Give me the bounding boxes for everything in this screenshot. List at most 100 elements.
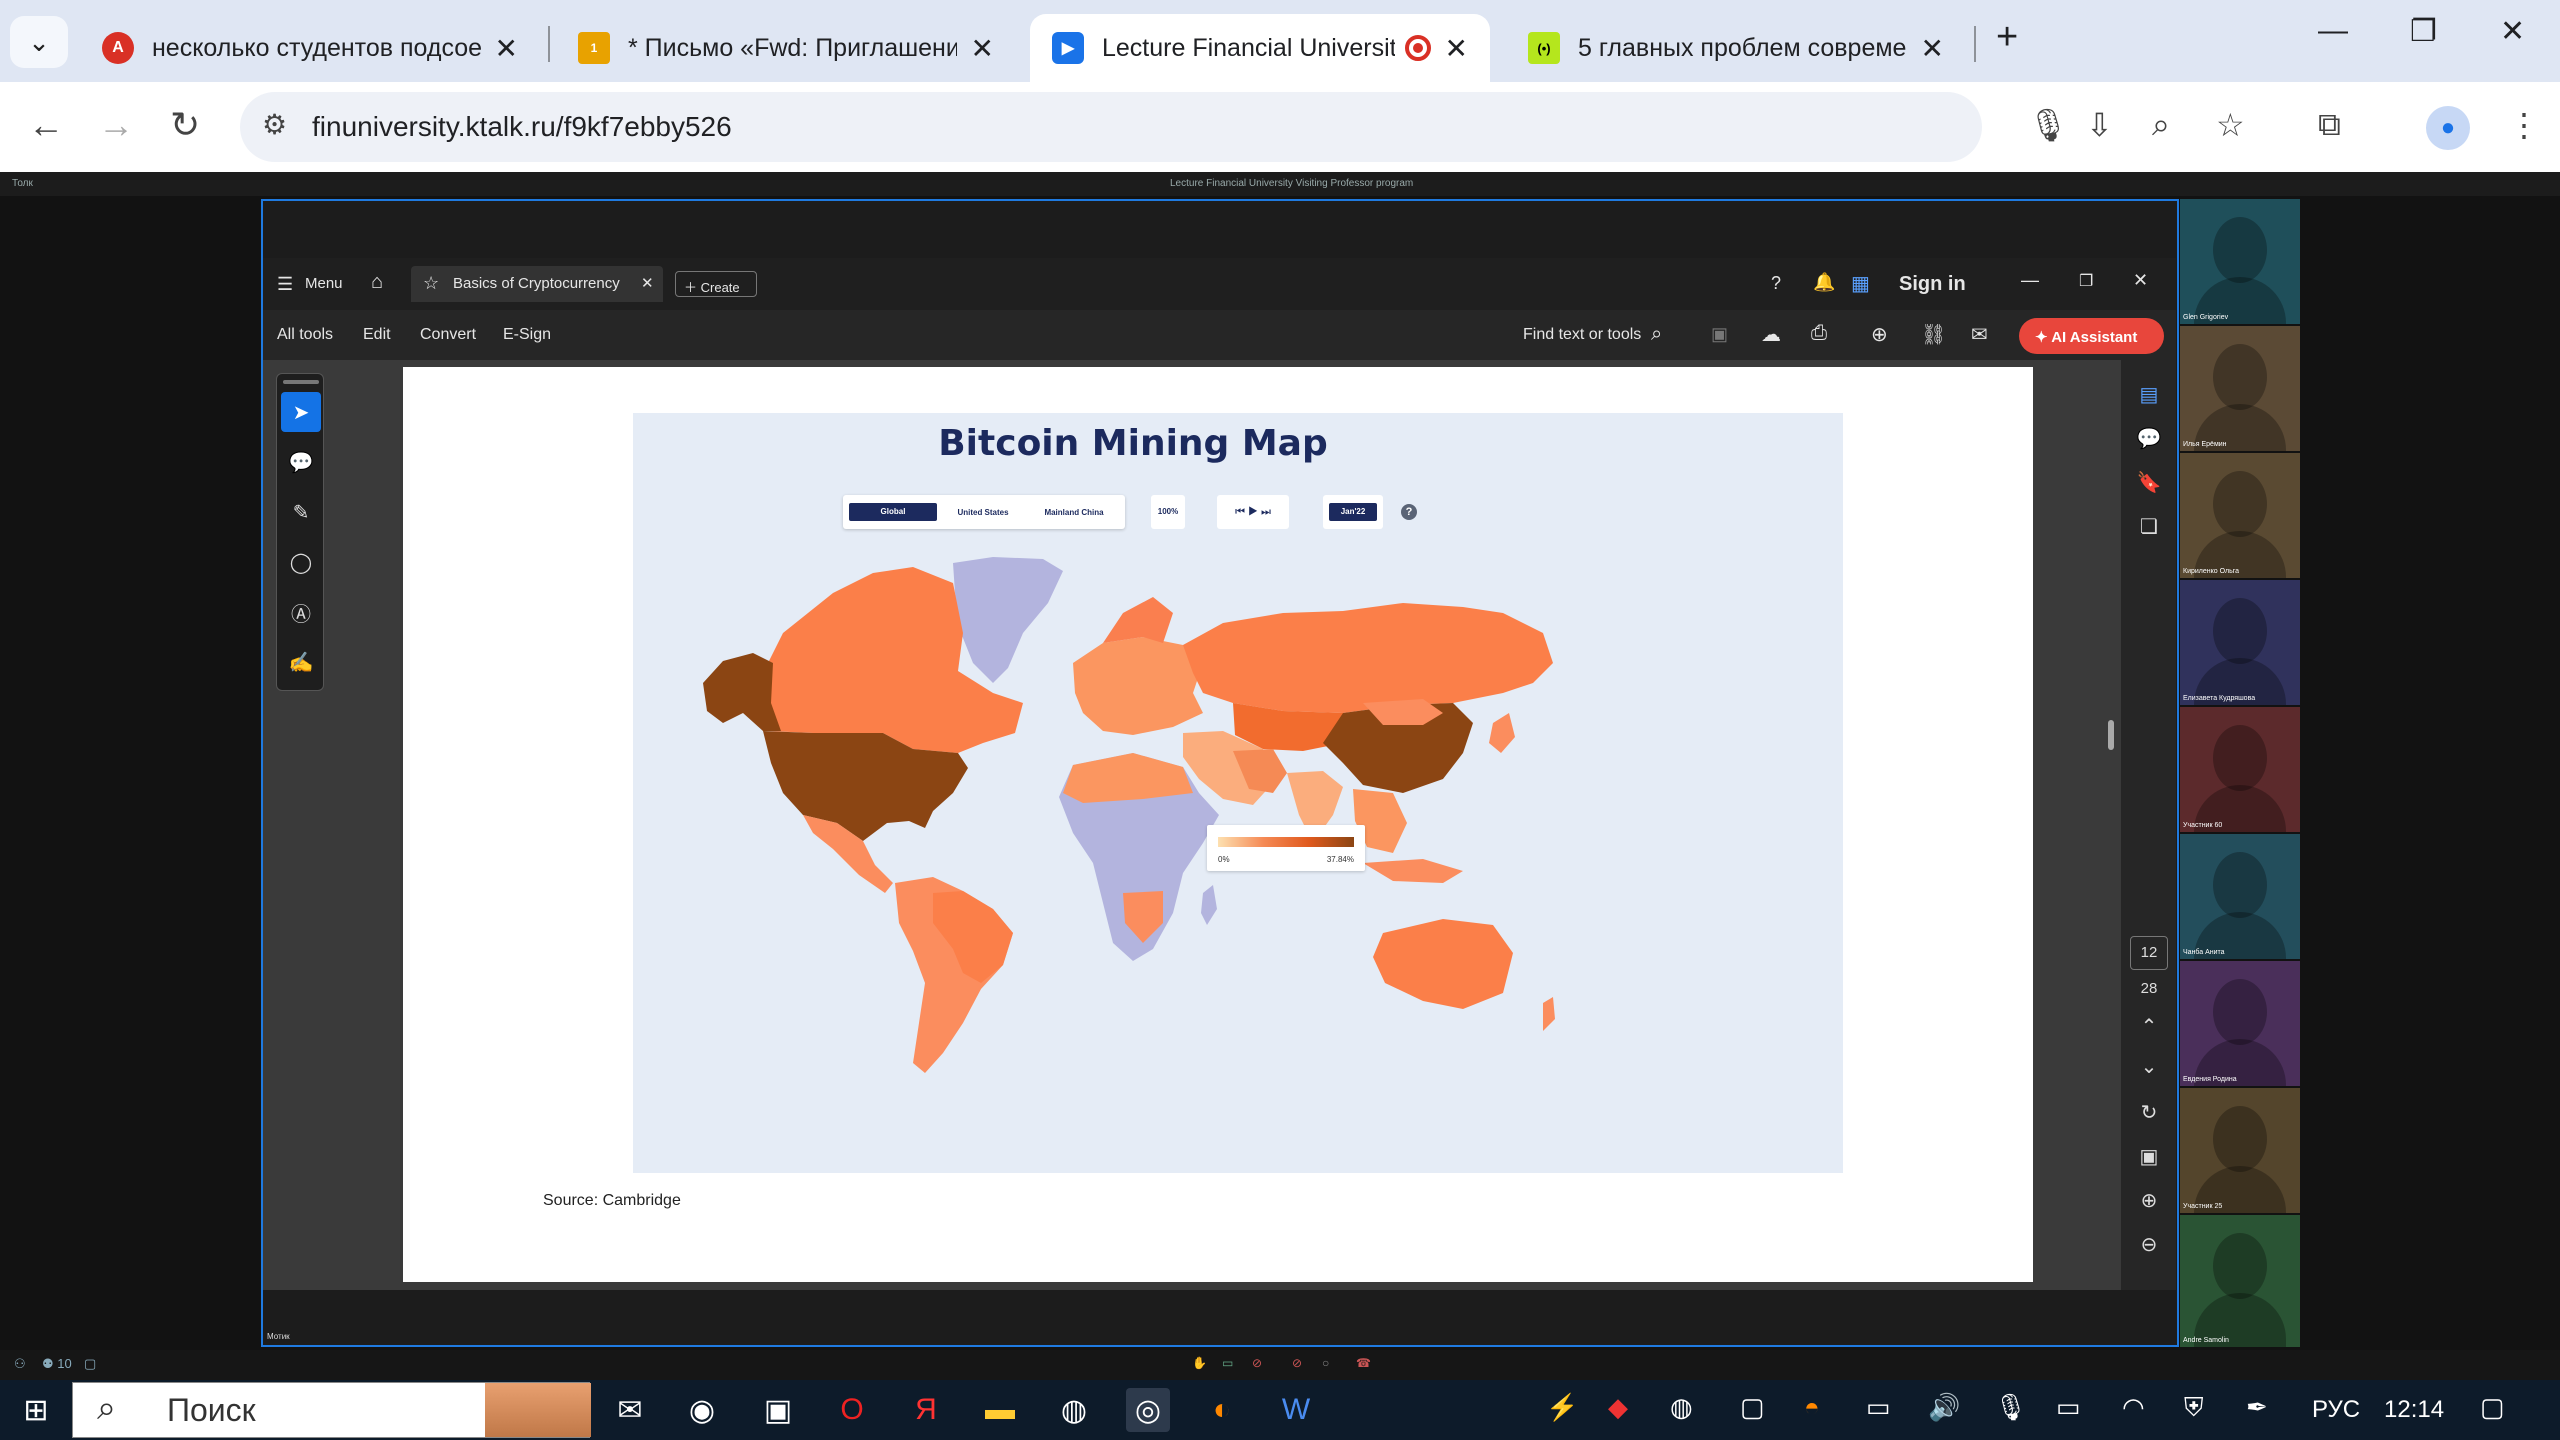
mic-off-icon[interactable]: ⊘ xyxy=(1252,1356,1262,1370)
page-scroll-handle[interactable] xyxy=(2108,720,2114,750)
back-icon[interactable]: ← xyxy=(28,104,64,146)
opera-icon[interactable]: O xyxy=(830,1388,874,1432)
restore-icon[interactable]: ❐ xyxy=(2410,14,2437,49)
file-explorer-icon[interactable]: ▬ xyxy=(978,1388,1022,1432)
zoom-out-icon[interactable]: ⊖ xyxy=(2135,1232,2163,1257)
word-icon[interactable]: W xyxy=(1274,1388,1318,1432)
comments-icon[interactable]: 💬 xyxy=(2135,426,2163,451)
windows-start-icon[interactable]: ⊞ xyxy=(14,1388,58,1432)
forward-icon[interactable]: → xyxy=(98,104,134,146)
sign-in-button[interactable]: Sign in xyxy=(1899,273,1966,296)
participant-tile[interactable]: Кириленко Ольга xyxy=(2180,453,2300,578)
minimize-icon[interactable]: — xyxy=(2318,14,2348,48)
extensions-icon[interactable]: ⧉ xyxy=(2318,106,2341,144)
tray-meet-icon[interactable]: ▢ xyxy=(1740,1392,1765,1423)
address-bar[interactable]: ⚙ finuniversity.ktalk.ru/f9kf7ebby526 🎙 … xyxy=(240,92,2245,162)
toggle-united-states[interactable]: United States xyxy=(943,508,1023,517)
camera-off-icon[interactable]: ⊘ xyxy=(1292,1356,1302,1370)
document-tab[interactable]: ☆ Basics of Cryptocurrency ✕ xyxy=(411,266,663,302)
toggle-mainland-china[interactable]: Mainland China xyxy=(1029,508,1119,517)
browser-tab[interactable]: A несколько студентов подсоед ✕ xyxy=(80,14,540,82)
install-app-icon[interactable]: ⇩ xyxy=(2086,106,2113,144)
highlight-tool-icon[interactable]: ✎ xyxy=(281,492,321,532)
participant-tile[interactable]: Илья Ерёмин xyxy=(2180,326,2300,451)
sign-tool-icon[interactable]: ✍ xyxy=(281,642,321,682)
play-icon[interactable]: ▶ xyxy=(1248,506,1258,518)
participant-tile[interactable]: Участник 25 xyxy=(2180,1088,2300,1213)
page-down-icon[interactable]: ⌄ xyxy=(2135,1054,2163,1079)
participants-icon[interactable]: ⚉ 10 xyxy=(42,1356,72,1372)
close-document-icon[interactable]: ✕ xyxy=(641,274,654,292)
zoom-in-icon[interactable]: ⊕ xyxy=(2135,1188,2163,1213)
record-icon[interactable]: ○ xyxy=(1322,1356,1329,1370)
zoom-icon[interactable]: ⌕ xyxy=(2152,106,2170,144)
edge-icon[interactable]: ◉ xyxy=(680,1388,724,1432)
search-icon[interactable]: ⌕ xyxy=(1651,323,1662,346)
apps-grid-icon[interactable]: ▦ xyxy=(1851,271,1870,296)
menu-edit[interactable]: Edit xyxy=(363,326,391,344)
select-tool-icon[interactable]: ➤ xyxy=(281,392,321,432)
participant-tile[interactable]: Участник 60 xyxy=(2180,707,2300,832)
menu-button[interactable]: Menu xyxy=(305,275,343,292)
hand-icon[interactable]: ✋ xyxy=(1192,1356,1207,1370)
chat-icon[interactable]: ▢ xyxy=(84,1356,96,1372)
print-icon[interactable]: ⎙ xyxy=(1811,322,1827,345)
taskbar-search[interactable]: ⌕ Поиск xyxy=(72,1382,591,1438)
close-tab-icon[interactable]: ✕ xyxy=(1445,32,1468,65)
create-button[interactable]: ＋ Create xyxy=(675,271,757,297)
close-window-icon[interactable]: ✕ xyxy=(2500,14,2525,49)
tray-avast-icon[interactable]: ◓ xyxy=(1804,1392,1820,1423)
profile-avatar[interactable]: ● xyxy=(2426,106,2470,150)
browser-tab[interactable]: 1 * Письмо «Fwd: Приглашение ✕ xyxy=(556,14,1016,82)
save-icon[interactable]: ▣ xyxy=(1711,324,1728,345)
screen-share-icon[interactable]: ▭ xyxy=(1222,1356,1233,1370)
tray-app-icon[interactable]: ⚡ xyxy=(1546,1392,1578,1423)
browser-tab[interactable]: (•) 5 главных проблем современ ✕ xyxy=(1506,14,1966,82)
bookmarks-icon[interactable]: 🔖 xyxy=(2135,470,2163,495)
find-tools-input[interactable]: Find text or tools xyxy=(1523,326,1641,344)
pages-icon[interactable]: ❏ xyxy=(2135,514,2163,539)
tray-cast-icon[interactable]: ▭ xyxy=(1866,1392,1891,1423)
share-user-icon[interactable]: ⊕ xyxy=(1871,322,1888,347)
site-info-icon[interactable]: ⚙ xyxy=(262,108,287,141)
page-current-box[interactable]: 12 xyxy=(2130,936,2168,970)
microphone-icon[interactable]: 🎙 xyxy=(1994,1392,2027,1423)
participant-tile[interactable]: Евдения Родина xyxy=(2180,961,2300,1086)
leave-call-icon[interactable]: ☎ xyxy=(1356,1356,1371,1370)
security-icon[interactable]: ⛨ xyxy=(2184,1392,2204,1424)
minimize-icon[interactable]: — xyxy=(2021,270,2039,291)
firefox-icon[interactable]: ◐ xyxy=(1200,1388,1244,1432)
tray-anydesk-icon[interactable]: ◆ xyxy=(1608,1392,1628,1423)
globe-app-icon[interactable]: ◍ xyxy=(1052,1388,1096,1432)
email-icon[interactable]: ✉ xyxy=(1971,322,1988,347)
menu-convert[interactable]: Convert xyxy=(420,326,476,344)
tray-network-icon[interactable]: ◍ xyxy=(1670,1392,1693,1423)
microphone-icon[interactable]: 🎙 xyxy=(2028,106,2069,144)
new-tab-button[interactable]: + xyxy=(1996,16,2018,59)
bookmark-star-icon[interactable]: ☆ xyxy=(2216,106,2245,144)
battery-icon[interactable]: ▭ xyxy=(2056,1392,2081,1423)
lasso-tool-icon[interactable]: ◯ xyxy=(281,542,321,582)
close-tab-icon[interactable]: ✕ xyxy=(495,32,518,65)
date-selector[interactable]: Jan'22 xyxy=(1323,495,1383,529)
mail-app-icon[interactable]: ✉ xyxy=(608,1388,652,1432)
volume-icon[interactable]: 🔊 xyxy=(1928,1392,1960,1423)
toggle-global[interactable]: Global xyxy=(849,503,937,521)
wifi-icon[interactable]: ◠ xyxy=(2122,1392,2145,1423)
participant-tile[interactable]: Andre Samolin xyxy=(2180,1215,2300,1347)
restore-icon[interactable]: ❐ xyxy=(2079,271,2093,291)
more-menu-icon[interactable]: ⋮ xyxy=(2508,106,2540,144)
rotate-icon[interactable]: ↻ xyxy=(2135,1100,2163,1125)
comment-tool-icon[interactable]: 💬 xyxy=(281,442,321,482)
close-tab-icon[interactable]: ✕ xyxy=(1921,32,1944,65)
participant-tile[interactable]: Елизавета Кудряшова xyxy=(2180,580,2300,705)
hamburger-icon[interactable]: ☰ xyxy=(277,274,293,295)
participant-tile[interactable]: Glen Grigoriev xyxy=(2180,199,2300,324)
yandex-icon[interactable]: Я xyxy=(904,1388,948,1432)
ai-assistant-button[interactable]: ✦ AI Assistant xyxy=(2019,318,2164,354)
link-icon[interactable]: ⛓ xyxy=(1921,322,1946,347)
help-icon[interactable]: ? xyxy=(1771,273,1781,294)
help-icon[interactable]: ? xyxy=(1401,504,1417,520)
language-indicator[interactable]: РУС xyxy=(2312,1396,2360,1424)
notifications-icon[interactable]: ▢ xyxy=(2480,1392,2505,1423)
